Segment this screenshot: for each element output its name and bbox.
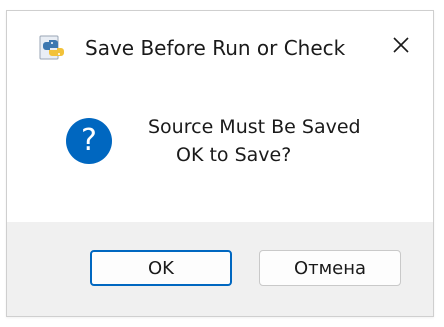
python-icon [39,35,67,61]
close-icon [392,36,410,58]
title-bar[interactable]: Save Before Run or Check [7,11,433,83]
message-line-2: OK to Save? [176,144,292,166]
dialog-title: Save Before Run or Check [85,36,346,60]
cancel-button[interactable]: Отмена [259,250,401,286]
ok-button[interactable]: OK [90,250,232,286]
dialog-content: ? Source Must Be Saved OK to Save? [7,83,433,223]
dialog-message: Source Must Be Saved OK to Save? [148,113,361,169]
close-button[interactable] [381,28,421,66]
question-icon: ? [66,118,112,164]
message-line-1: Source Must Be Saved [148,116,361,138]
screen: Save Before Run or Check ? Source Must B… [0,0,444,327]
dialog-footer: OK Отмена [7,222,433,316]
save-dialog: Save Before Run or Check ? Source Must B… [6,10,434,317]
